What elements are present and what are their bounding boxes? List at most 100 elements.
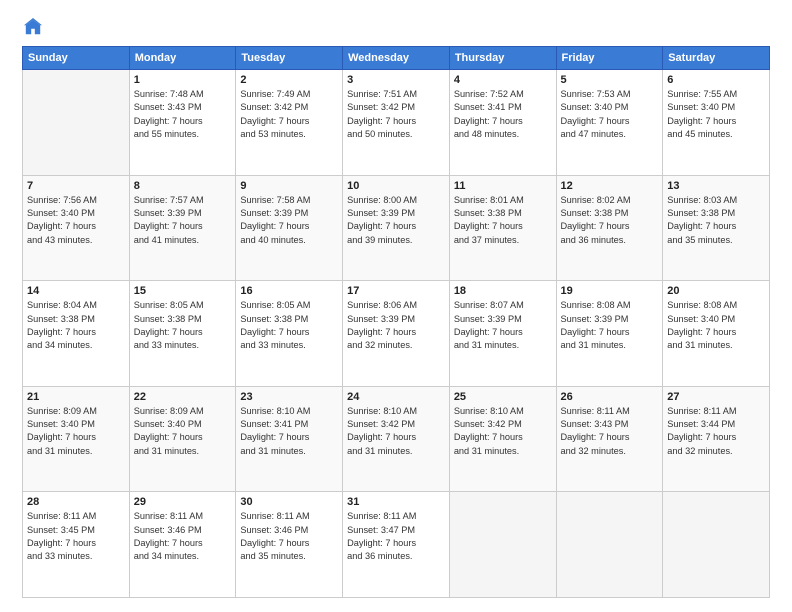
calendar-cell: 13 Sunrise: 8:03 AMSunset: 3:38 PMDayligh… [663, 175, 770, 281]
week-row-4: 21 Sunrise: 8:09 AMSunset: 3:40 PMDayligh… [23, 386, 770, 492]
days-header-row: SundayMondayTuesdayWednesdayThursdayFrid… [23, 47, 770, 70]
week-row-1: 1 Sunrise: 7:48 AMSunset: 3:43 PMDaylight… [23, 70, 770, 176]
calendar-cell: 4 Sunrise: 7:52 AMSunset: 3:41 PMDaylight… [449, 70, 556, 176]
day-info: Sunrise: 8:11 AMSunset: 3:46 PMDaylight:… [134, 510, 232, 563]
day-info: Sunrise: 8:06 AMSunset: 3:39 PMDaylight:… [347, 299, 445, 352]
day-number: 12 [561, 180, 659, 192]
calendar-cell: 19 Sunrise: 8:08 AMSunset: 3:39 PMDayligh… [556, 281, 663, 387]
day-number: 22 [134, 391, 232, 403]
day-info: Sunrise: 8:08 AMSunset: 3:39 PMDaylight:… [561, 299, 659, 352]
day-number: 5 [561, 74, 659, 86]
day-number: 30 [240, 496, 338, 508]
day-info: Sunrise: 8:04 AMSunset: 3:38 PMDaylight:… [27, 299, 125, 352]
day-number: 3 [347, 74, 445, 86]
day-number: 19 [561, 285, 659, 297]
day-info: Sunrise: 7:56 AMSunset: 3:40 PMDaylight:… [27, 194, 125, 247]
day-number: 24 [347, 391, 445, 403]
day-number: 2 [240, 74, 338, 86]
day-info: Sunrise: 8:10 AMSunset: 3:41 PMDaylight:… [240, 405, 338, 458]
calendar-cell: 21 Sunrise: 8:09 AMSunset: 3:40 PMDayligh… [23, 386, 130, 492]
day-number: 17 [347, 285, 445, 297]
day-number: 15 [134, 285, 232, 297]
day-info: Sunrise: 7:57 AMSunset: 3:39 PMDaylight:… [134, 194, 232, 247]
day-info: Sunrise: 8:00 AMSunset: 3:39 PMDaylight:… [347, 194, 445, 247]
day-info: Sunrise: 8:07 AMSunset: 3:39 PMDaylight:… [454, 299, 552, 352]
calendar-cell [663, 492, 770, 598]
day-info: Sunrise: 8:11 AMSunset: 3:45 PMDaylight:… [27, 510, 125, 563]
day-number: 28 [27, 496, 125, 508]
day-header-wednesday: Wednesday [343, 47, 450, 70]
day-header-friday: Friday [556, 47, 663, 70]
calendar-cell: 2 Sunrise: 7:49 AMSunset: 3:42 PMDaylight… [236, 70, 343, 176]
logo-icon [24, 18, 42, 36]
calendar-cell: 15 Sunrise: 8:05 AMSunset: 3:38 PMDayligh… [129, 281, 236, 387]
calendar-cell: 25 Sunrise: 8:10 AMSunset: 3:42 PMDayligh… [449, 386, 556, 492]
day-number: 7 [27, 180, 125, 192]
day-info: Sunrise: 7:51 AMSunset: 3:42 PMDaylight:… [347, 88, 445, 141]
calendar-cell: 28 Sunrise: 8:11 AMSunset: 3:45 PMDayligh… [23, 492, 130, 598]
day-header-tuesday: Tuesday [236, 47, 343, 70]
calendar-table: SundayMondayTuesdayWednesdayThursdayFrid… [22, 46, 770, 598]
calendar-cell: 29Sunrise: 8:11 AMSunset: 3:46 PMDayligh… [129, 492, 236, 598]
calendar-cell: 31 Sunrise: 8:11 AMSunset: 3:47 PMDayligh… [343, 492, 450, 598]
calendar-cell: 11 Sunrise: 8:01 AMSunset: 3:38 PMDayligh… [449, 175, 556, 281]
day-number: 16 [240, 285, 338, 297]
day-info: Sunrise: 8:09 AMSunset: 3:40 PMDaylight:… [134, 405, 232, 458]
calendar-cell: 7 Sunrise: 7:56 AMSunset: 3:40 PMDaylight… [23, 175, 130, 281]
calendar-cell: 5 Sunrise: 7:53 AMSunset: 3:40 PMDaylight… [556, 70, 663, 176]
day-info: Sunrise: 8:05 AMSunset: 3:38 PMDaylight:… [240, 299, 338, 352]
day-info: Sunrise: 7:58 AMSunset: 3:39 PMDaylight:… [240, 194, 338, 247]
calendar-cell: 14 Sunrise: 8:04 AMSunset: 3:38 PMDayligh… [23, 281, 130, 387]
day-header-monday: Monday [129, 47, 236, 70]
calendar-cell: 10 Sunrise: 8:00 AMSunset: 3:39 PMDayligh… [343, 175, 450, 281]
day-number: 11 [454, 180, 552, 192]
day-number: 25 [454, 391, 552, 403]
calendar-cell: 6Sunrise: 7:55 AMSunset: 3:40 PMDaylight… [663, 70, 770, 176]
day-number: 23 [240, 391, 338, 403]
day-info: Sunrise: 8:10 AMSunset: 3:42 PMDaylight:… [347, 405, 445, 458]
week-row-3: 14 Sunrise: 8:04 AMSunset: 3:38 PMDayligh… [23, 281, 770, 387]
calendar-cell: 8Sunrise: 7:57 AMSunset: 3:39 PMDaylight… [129, 175, 236, 281]
day-number: 14 [27, 285, 125, 297]
day-number: 1 [134, 74, 232, 86]
calendar-cell: 9 Sunrise: 7:58 AMSunset: 3:39 PMDaylight… [236, 175, 343, 281]
day-info: Sunrise: 8:10 AMSunset: 3:42 PMDaylight:… [454, 405, 552, 458]
calendar-cell: 24 Sunrise: 8:10 AMSunset: 3:42 PMDayligh… [343, 386, 450, 492]
day-number: 26 [561, 391, 659, 403]
day-info: Sunrise: 8:01 AMSunset: 3:38 PMDaylight:… [454, 194, 552, 247]
calendar-cell: 18Sunrise: 8:07 AMSunset: 3:39 PMDayligh… [449, 281, 556, 387]
day-number: 21 [27, 391, 125, 403]
day-number: 31 [347, 496, 445, 508]
calendar-cell: 26 Sunrise: 8:11 AMSunset: 3:43 PMDayligh… [556, 386, 663, 492]
calendar-cell: 12 Sunrise: 8:02 AMSunset: 3:38 PMDayligh… [556, 175, 663, 281]
calendar-cell: 22 Sunrise: 8:09 AMSunset: 3:40 PMDayligh… [129, 386, 236, 492]
day-info: Sunrise: 8:02 AMSunset: 3:38 PMDaylight:… [561, 194, 659, 247]
day-info: Sunrise: 7:48 AMSunset: 3:43 PMDaylight:… [134, 88, 232, 141]
day-number: 4 [454, 74, 552, 86]
calendar-cell: 17 Sunrise: 8:06 AMSunset: 3:39 PMDayligh… [343, 281, 450, 387]
day-number: 13 [667, 180, 765, 192]
day-info: Sunrise: 7:49 AMSunset: 3:42 PMDaylight:… [240, 88, 338, 141]
day-header-thursday: Thursday [449, 47, 556, 70]
day-info: Sunrise: 8:08 AMSunset: 3:40 PMDaylight:… [667, 299, 765, 352]
day-info: Sunrise: 7:52 AMSunset: 3:41 PMDaylight:… [454, 88, 552, 141]
day-number: 10 [347, 180, 445, 192]
day-info: Sunrise: 8:03 AMSunset: 3:38 PMDaylight:… [667, 194, 765, 247]
day-number: 9 [240, 180, 338, 192]
day-info: Sunrise: 8:05 AMSunset: 3:38 PMDaylight:… [134, 299, 232, 352]
day-info: Sunrise: 8:09 AMSunset: 3:40 PMDaylight:… [27, 405, 125, 458]
day-number: 27 [667, 391, 765, 403]
day-number: 20 [667, 285, 765, 297]
calendar-cell: 30 Sunrise: 8:11 AMSunset: 3:46 PMDayligh… [236, 492, 343, 598]
calendar-cell [556, 492, 663, 598]
day-number: 6 [667, 74, 765, 86]
day-info: Sunrise: 8:11 AMSunset: 3:47 PMDaylight:… [347, 510, 445, 563]
day-header-sunday: Sunday [23, 47, 130, 70]
calendar-cell [23, 70, 130, 176]
day-info: Sunrise: 7:53 AMSunset: 3:40 PMDaylight:… [561, 88, 659, 141]
day-info: Sunrise: 8:11 AMSunset: 3:44 PMDaylight:… [667, 405, 765, 458]
day-info: Sunrise: 8:11 AMSunset: 3:43 PMDaylight:… [561, 405, 659, 458]
calendar-cell: 20 Sunrise: 8:08 AMSunset: 3:40 PMDayligh… [663, 281, 770, 387]
day-info: Sunrise: 8:11 AMSunset: 3:46 PMDaylight:… [240, 510, 338, 563]
calendar-cell [449, 492, 556, 598]
